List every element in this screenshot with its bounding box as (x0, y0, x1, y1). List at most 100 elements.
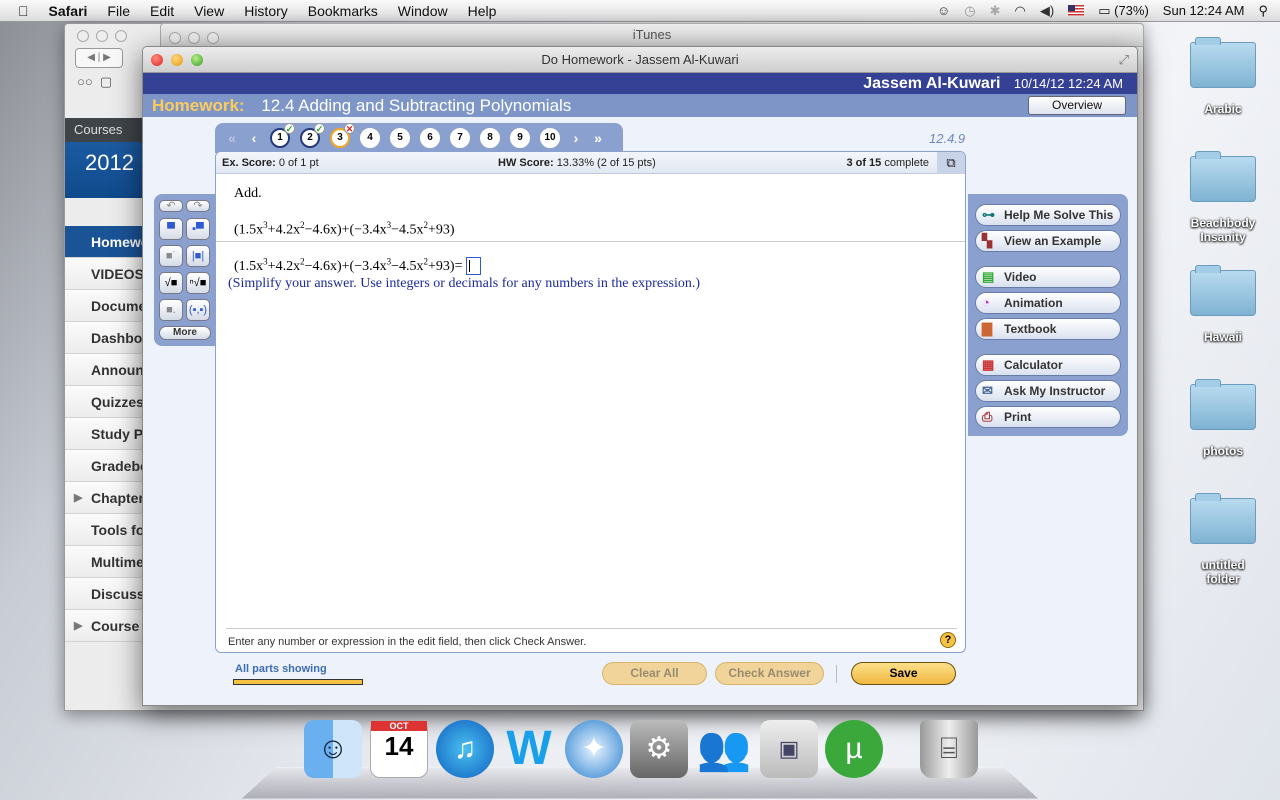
question-2-button[interactable]: 2 ✓ (300, 128, 320, 148)
zoom-button[interactable] (191, 54, 203, 66)
calendar-icon[interactable]: OCT 14 (370, 720, 428, 778)
expand-arrow-icon[interactable]: ▶ (74, 610, 82, 642)
tool-calculator-button[interactable]: ▦ Calculator (975, 354, 1121, 376)
fullscreen-icon[interactable]: ⤢ (1119, 47, 1129, 73)
question-5-button[interactable]: 5 (390, 128, 410, 148)
question-10-button[interactable]: 10 (540, 128, 560, 148)
evernote-icon[interactable]: ☺ (937, 3, 950, 18)
next-question-icon[interactable]: › (565, 130, 587, 146)
question-9-button[interactable]: 9 (510, 128, 530, 148)
exponent-button[interactable]: ■˙ (159, 245, 183, 267)
subscript-button[interactable]: ■. (159, 299, 183, 321)
minimize-button[interactable] (171, 54, 183, 66)
first-question-icon[interactable]: « (221, 130, 243, 146)
word-icon[interactable]: W (500, 720, 558, 778)
tool-animation-button[interactable]: ◔ Animation (975, 292, 1121, 314)
sidebar-item-multimedia[interactable]: Multimedia (65, 546, 145, 578)
close-button[interactable] (151, 54, 163, 66)
overview-button[interactable]: Overview (1028, 96, 1126, 115)
volume-icon[interactable]: ◀) (1040, 3, 1054, 19)
tool-view-an-example-button[interactable]: ▚ View an Example (975, 230, 1121, 252)
desktop-folder[interactable]: photos (1190, 384, 1256, 458)
calculator-icon: ▦ (982, 355, 994, 375)
tool-ask-my-instructor-button[interactable]: ✉ Ask My Instructor (975, 380, 1121, 402)
tool-help-me-solve-this-button[interactable]: ⊶ Help Me Solve This (975, 204, 1121, 226)
gameboy-emulator-icon[interactable]: ▣ (760, 720, 818, 778)
tool-video-button[interactable]: ▤ Video (975, 266, 1121, 288)
desktop-folder[interactable]: Arabic (1190, 42, 1256, 116)
sidebar-item-chapter[interactable]: ▶ Chapter (65, 482, 145, 514)
menu-history[interactable]: History (234, 3, 298, 19)
safari-icon[interactable]: ✦ (565, 720, 623, 778)
menu-view[interactable]: View (184, 3, 234, 19)
expand-arrow-icon[interactable]: ▶ (74, 482, 82, 514)
wifi-icon[interactable]: ◠ (1015, 3, 1026, 19)
question-4-button[interactable]: 4 (360, 128, 380, 148)
system-preferences-icon[interactable]: ⚙ (630, 720, 688, 778)
courses-tab[interactable]: Courses (65, 118, 145, 142)
nth-root-button[interactable]: ⁿ√■ (186, 272, 210, 294)
menu-edit[interactable]: Edit (140, 3, 184, 19)
help-icon[interactable]: ? (940, 632, 956, 648)
sidebar-item-course[interactable]: ▶ Course (65, 610, 145, 642)
more-button[interactable]: More (159, 326, 211, 340)
sidebar-item-label: VIDEOS (91, 266, 144, 282)
sidebar-item-dashboard[interactable]: Dashboard (65, 322, 145, 354)
itunes-icon[interactable]: ♫ (436, 720, 494, 778)
question-8-button[interactable]: 8 (480, 128, 500, 148)
check-answer-button[interactable]: Check Answer (715, 662, 824, 685)
utorrent-icon[interactable]: µ (825, 720, 883, 778)
previous-question-icon[interactable]: ‹ (243, 130, 265, 146)
save-button[interactable]: Save (851, 662, 956, 685)
last-question-icon[interactable]: » (587, 130, 609, 146)
apple-menu-icon[interactable]:  (0, 3, 39, 19)
question-7-button[interactable]: 7 (450, 128, 470, 148)
desktop-folder[interactable]: untitled folder (1190, 498, 1256, 586)
desktop-folder[interactable]: Beachbody Insanity (1190, 156, 1256, 244)
finder-icon[interactable]: ☺ (304, 720, 362, 778)
sidebar-item-tools-for[interactable]: Tools for (65, 514, 145, 546)
all-parts-showing-link[interactable]: All parts showing (235, 663, 327, 675)
sidebar-item-quizzes[interactable]: Quizzes (65, 386, 145, 418)
tool-print-button[interactable]: ⎙ Print (975, 406, 1121, 428)
sidebar-item-discussion[interactable]: Discussion (65, 578, 145, 610)
menu-bookmarks[interactable]: Bookmarks (298, 3, 388, 19)
desktop-folder[interactable]: Hawaii (1190, 270, 1256, 344)
fraction-button[interactable]: ▀ (159, 218, 183, 240)
answer-input[interactable] (466, 257, 481, 275)
undo-button[interactable]: ↶ (159, 200, 183, 212)
menu-window[interactable]: Window (388, 3, 458, 19)
sidebar-item-gradebook[interactable]: Gradebook (65, 450, 145, 482)
question-1-button[interactable]: 1 ✓ (270, 128, 290, 148)
battery-indicator[interactable]: ▭ (73%) (1098, 3, 1149, 19)
sidebar-item-homework[interactable]: Homework (65, 226, 145, 258)
question-3-button[interactable]: 3 ✕ (330, 128, 350, 148)
redo-button[interactable]: ↷ (186, 200, 210, 212)
reading-list-icon[interactable]: ○○ ▢ (77, 74, 112, 90)
mixed-number-button[interactable]: ▪▀ (186, 218, 210, 240)
sidebar-item-documents[interactable]: Documents (65, 290, 145, 322)
us-flag-icon[interactable] (1068, 5, 1084, 16)
clear-all-button[interactable]: Clear All (602, 662, 707, 685)
spotlight-icon[interactable]: ⚲ (1258, 3, 1268, 19)
window-titlebar[interactable]: Do Homework - Jassem Al-Kuwari ⤢ (143, 47, 1137, 73)
square-root-button[interactable]: √■ (159, 272, 183, 294)
bluetooth-icon[interactable]: ✱ (990, 3, 1001, 19)
messenger-icon[interactable]: 👥 (695, 720, 753, 778)
tool-textbook-button[interactable]: ▇ Textbook (975, 318, 1121, 340)
sidebar-item-study-plan[interactable]: Study Plan (65, 418, 145, 450)
itunes-window-titlebar[interactable]: iTunes (160, 23, 1144, 47)
ordered-pair-button[interactable]: (▪,▪) (186, 299, 210, 321)
back-forward-buttons[interactable]: ◀ | ▶ (75, 48, 123, 68)
clock[interactable]: Sun 12:24 AM (1163, 3, 1245, 18)
popout-icon[interactable]: ⧉ (937, 152, 965, 174)
menu-help[interactable]: Help (458, 3, 507, 19)
sidebar-item-videos[interactable]: VIDEOS (65, 258, 145, 290)
menu-app-name[interactable]: Safari (39, 3, 98, 19)
menu-file[interactable]: File (97, 3, 140, 19)
time-machine-icon[interactable]: ◷ (964, 3, 975, 19)
sidebar-item-announcements[interactable]: Announcements (65, 354, 145, 386)
trash-icon[interactable]: ⌸ (920, 720, 978, 778)
absolute-value-button[interactable]: |■| (186, 245, 210, 267)
question-6-button[interactable]: 6 (420, 128, 440, 148)
